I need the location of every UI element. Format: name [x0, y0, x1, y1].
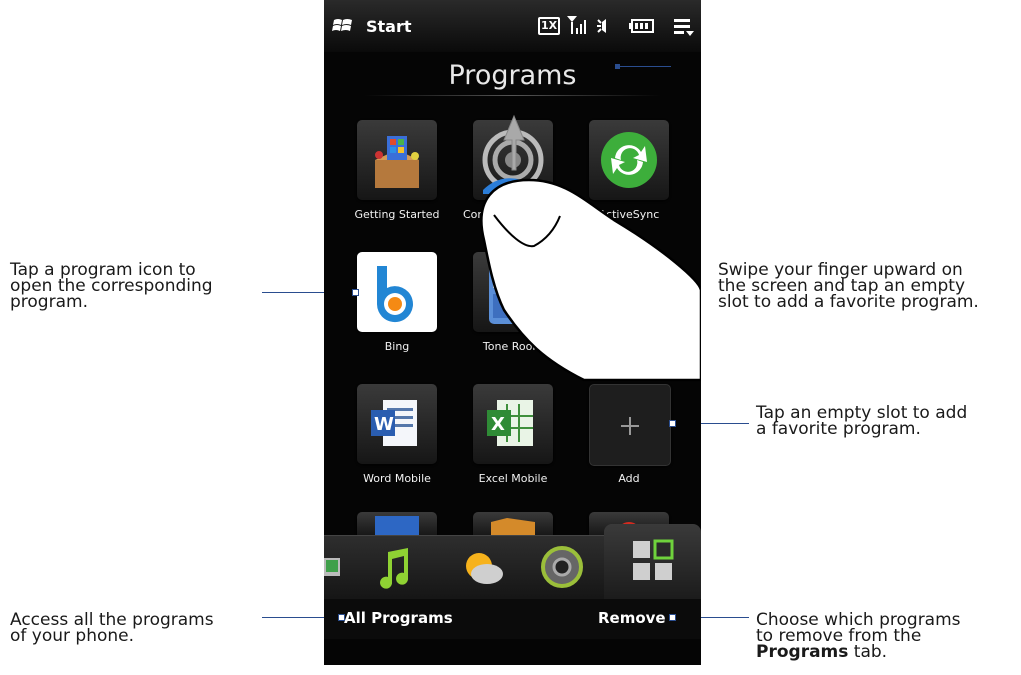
phone-screen: Start 1X Programs Getting Started Active…	[324, 0, 701, 665]
callout-line: program.	[10, 292, 88, 312]
callout-access-programs: Access all the programs of your phone.	[10, 612, 214, 646]
callout-tap-program-icon: Tap a program icon to open the correspon…	[10, 262, 213, 312]
callout-line: a favorite program.	[756, 419, 921, 439]
callout-swipe-finger: Swipe your finger upward on the screen a…	[718, 262, 979, 312]
finger-swipe-gesture	[480, 114, 701, 382]
leader-marker	[352, 289, 359, 296]
callout-line: of your phone.	[10, 626, 135, 646]
callout-line: Programs tab.	[756, 642, 961, 662]
programs-tab-name: Programs	[756, 642, 849, 662]
callout-line: slot to add a favorite program.	[718, 292, 979, 312]
callout-empty-slot: Tap an empty slot to add a favorite prog…	[756, 405, 967, 439]
callout-text: tab.	[848, 642, 888, 662]
leader-marker	[338, 614, 345, 621]
leader-marker	[615, 64, 620, 69]
callout-remove-programs: Choose which programs to remove from the…	[756, 612, 961, 662]
title-marker-line	[617, 66, 671, 67]
leader-marker	[669, 614, 676, 621]
leader-marker	[669, 420, 676, 427]
